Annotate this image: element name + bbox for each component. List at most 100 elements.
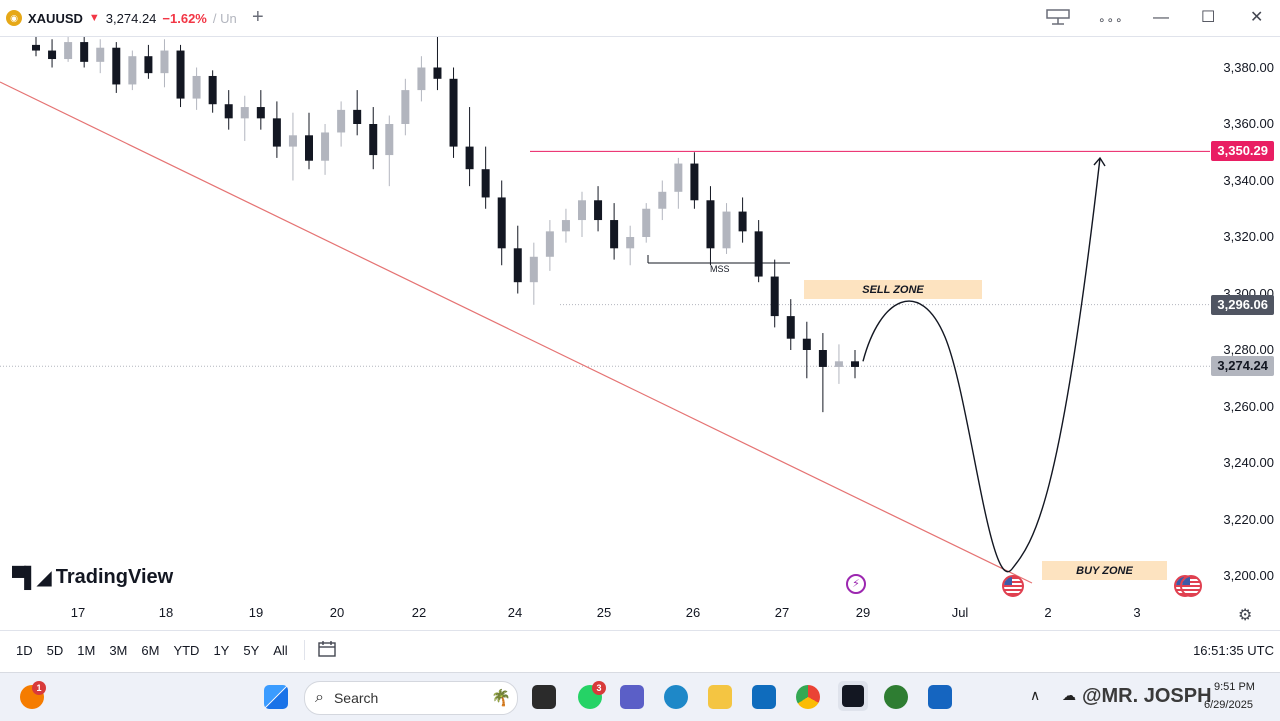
candle-body [369, 124, 378, 156]
candle-body [561, 220, 570, 232]
clock-date[interactable]: 6/29/2025 [1204, 699, 1253, 711]
us-flag-icon[interactable] [1180, 575, 1202, 597]
candle-body [738, 211, 747, 232]
range-1m[interactable]: 1M [75, 641, 97, 660]
time-axis-tick: 17 [70, 605, 86, 620]
range-3m[interactable]: 3M [107, 641, 129, 660]
candle-body [433, 67, 442, 79]
calendar-range-icon[interactable] [317, 640, 337, 661]
time-axis-tick: Jul [951, 605, 969, 620]
time-axis-tick: 27 [774, 605, 790, 620]
taskbar-search[interactable]: ⌕ Search 🌴 [304, 681, 518, 715]
candle-body [770, 276, 779, 317]
notification-badge: 1 [32, 681, 46, 695]
event-bolt-icon[interactable]: ⚡ [846, 574, 866, 594]
range-ytd[interactable]: YTD [171, 641, 201, 660]
more-options-button[interactable]: ∘∘∘ [1098, 10, 1124, 30]
tab-symbol: XAUUSD [28, 10, 83, 26]
time-axis-tick: 20 [329, 605, 345, 620]
tab-price: 3,274.24 [105, 10, 157, 26]
range-6m[interactable]: 6M [139, 641, 161, 660]
cloud-icon[interactable]: ☁ [1062, 687, 1076, 704]
file-explorer-icon[interactable] [708, 685, 732, 709]
range-all[interactable]: All [271, 641, 289, 660]
windows-start-icon[interactable] [264, 685, 288, 709]
price-axis-tick: 3,280.00 [1223, 342, 1274, 357]
toolbar-divider [303, 640, 305, 660]
candle-body [80, 42, 89, 62]
candle-body [256, 107, 265, 119]
range-5d[interactable]: 5D [45, 641, 66, 660]
candle-body [497, 197, 506, 249]
tv-logo-icon: ▀▌◢ [12, 567, 52, 589]
edge-icon[interactable] [664, 685, 688, 709]
range-1d[interactable]: 1D [14, 641, 35, 660]
candle-body [192, 75, 201, 99]
price-axis-tick: 3,320.00 [1223, 229, 1274, 244]
candle-body [176, 50, 185, 99]
candle-body [481, 169, 490, 198]
tradingview-app-icon[interactable] [838, 681, 868, 711]
watermark-text: @MR. JOSPH [1082, 685, 1212, 707]
symbol-tab[interactable]: ◉ XAUUSD ▼ 3,274.24 −1.62% / Un [6, 4, 240, 32]
us-flag-icon[interactable] [1002, 575, 1024, 597]
time-axis-tick: 26 [685, 605, 701, 620]
candle-body [642, 208, 651, 237]
candle-body [32, 44, 40, 51]
time-axis-tick: 29 [855, 605, 871, 620]
candle-body [529, 256, 538, 283]
clock-time[interactable]: 9:51 PM [1214, 681, 1255, 693]
chevron-up-icon[interactable]: ∧ [1030, 687, 1040, 704]
settings-gear-icon[interactable]: ⚙ [1238, 605, 1252, 625]
time-axis-tick: 22 [411, 605, 427, 620]
candle-body [288, 135, 297, 147]
candle-body [128, 56, 137, 85]
search-placeholder: Search [333, 690, 379, 706]
candle-body [754, 231, 763, 277]
chrome-icon[interactable] [796, 685, 820, 709]
maximize-button[interactable]: ☐ [1201, 8, 1215, 28]
utc-clock[interactable]: 16:51:35 UTC [1193, 643, 1274, 658]
time-axis-tick: 24 [507, 605, 523, 620]
task-view-icon[interactable] [532, 685, 556, 709]
layout-icon[interactable] [1046, 8, 1070, 32]
candle-body [594, 200, 603, 221]
candle-body [353, 109, 362, 124]
chart-canvas[interactable] [0, 37, 1280, 629]
down-arrow-icon: ▼ [88, 12, 100, 24]
minimize-button[interactable]: — [1153, 8, 1169, 28]
close-button[interactable]: ✕ [1250, 8, 1263, 28]
tab-change: −1.62% [162, 10, 207, 26]
candle-body [272, 118, 281, 147]
tradingview-logo: ▀▌◢ TradingView [12, 565, 173, 590]
price-chart[interactable]: SELL ZONE BUY ZONE MSS 3,380.00 3,360.00 3… [0, 37, 1280, 629]
candle-body [578, 200, 586, 221]
last-price-tag: 3,274.24 [1211, 356, 1274, 377]
candle-body [337, 109, 346, 133]
money-app-icon[interactable] [884, 685, 908, 709]
projection-path [862, 157, 1101, 573]
price-axis-tick: 3,260.00 [1223, 398, 1274, 414]
candle-body [706, 200, 715, 249]
candle-body [626, 237, 635, 249]
candle-body [513, 248, 522, 283]
time-axis-tick: 19 [248, 605, 264, 620]
price-axis-tick: 3,200.00 [1223, 568, 1274, 583]
new-tab-button[interactable]: + [252, 6, 264, 28]
price-axis-tick: 3,380.00 [1223, 59, 1274, 75]
candle-body [545, 231, 554, 257]
search-icon: ⌕ [315, 689, 324, 706]
tab-trailing: / Un [212, 10, 237, 26]
candle-body [385, 124, 394, 156]
range-1y[interactable]: 1Y [211, 641, 231, 660]
buy-zone: BUY ZONE [1042, 561, 1167, 580]
mss-label: MSS [710, 264, 730, 274]
range-5y[interactable]: 5Y [241, 641, 261, 660]
outlook-icon[interactable] [752, 685, 776, 709]
gold-icon: ◉ [6, 10, 22, 26]
teams-icon[interactable] [620, 685, 644, 709]
candle-body [658, 191, 667, 209]
price-axis-tick: 3,240.00 [1223, 455, 1274, 470]
store-icon[interactable] [928, 685, 952, 709]
candle-body [722, 211, 731, 249]
